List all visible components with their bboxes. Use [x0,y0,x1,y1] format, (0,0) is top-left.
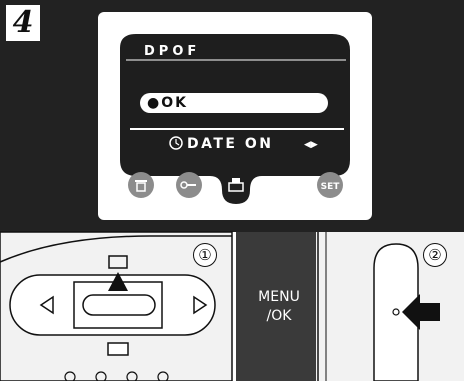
multi-frame-icon [107,342,129,356]
trash-icon[interactable] [128,172,154,198]
center-button[interactable] [82,294,156,316]
step-2-marker: ② [423,243,447,267]
trash-lid [135,180,147,182]
instruction-page: SET 4 DPOF ●OK DATE ON ◀▶ ① ② MENU /OK [0,0,464,381]
print-paper [232,178,240,183]
menu-ok-label: MENU /OK [254,288,304,326]
left-right-arrows-icon: ◀▶ [304,140,318,150]
step-1-marker: ① [193,243,217,267]
date-setting-label: DATE ON [187,136,274,152]
step-number: 4 [8,6,38,40]
screen-title: DPOF [144,44,201,59]
set-icon-text: SET [321,182,341,192]
illustration: SET [0,0,464,381]
menu-ok-label-text: MENU /OK [258,289,300,324]
ok-option-label[interactable]: ●OK [147,96,188,110]
key-shaft [187,184,196,186]
